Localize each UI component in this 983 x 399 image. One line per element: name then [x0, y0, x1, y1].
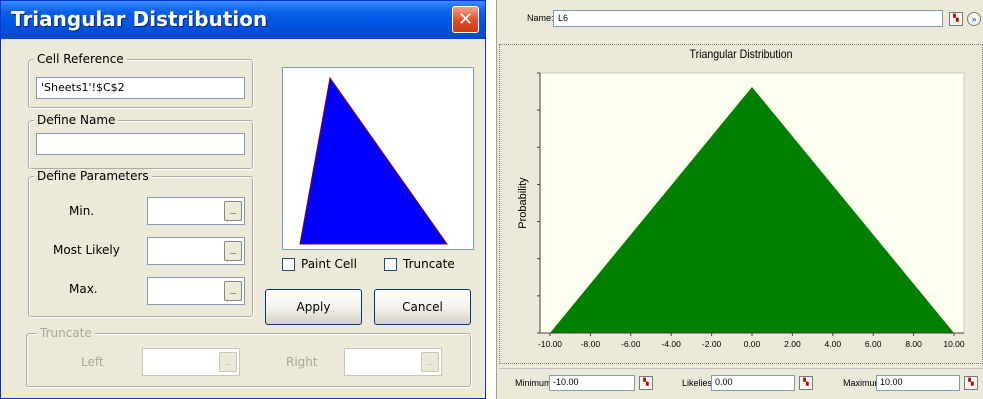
- cancel-button[interactable]: Cancel: [374, 289, 471, 325]
- likeliest-input[interactable]: 0.00: [711, 375, 795, 391]
- close-button[interactable]: ✕: [452, 6, 479, 33]
- maximum-input[interactable]: 10.00: [876, 375, 960, 391]
- x-tick-label: -8.00: [581, 339, 601, 349]
- truncate-checkbox[interactable]: Truncate: [384, 257, 455, 271]
- y-axis-label: Probability: [517, 177, 529, 229]
- distribution-preview: [282, 67, 474, 250]
- truncate-right-input[interactable]: _: [344, 348, 442, 376]
- truncate-group-label: Truncate: [37, 326, 95, 340]
- dialog-titlebar[interactable]: Triangular Distribution ✕: [1, 1, 485, 39]
- apply-button[interactable]: Apply: [265, 289, 362, 325]
- x-tick-label: 8.00: [905, 339, 922, 349]
- truncate-right-picker-button[interactable]: _: [421, 352, 439, 372]
- parameter-bar: Minimum -10.00 ▚ Likeliest 0.00 ▚ Maximu…: [499, 368, 983, 398]
- chart-svg: Probability -10.00 -8.00 -6.00 -4.00 -2.00 0.0…: [517, 72, 965, 349]
- likeliest-label: Likeliest: [682, 378, 715, 388]
- x-tick-label: 4.00: [825, 339, 842, 349]
- likeliest-cell-picker-icon[interactable]: ▚: [799, 376, 813, 390]
- max-picker-button[interactable]: _: [224, 281, 242, 301]
- truncate-left-label: Left: [81, 355, 104, 369]
- minimum-input[interactable]: -10.00: [549, 375, 635, 391]
- cell-reference-field[interactable]: 'Sheets1'!$C$2: [36, 77, 245, 99]
- x-tick-label: -4.00: [662, 339, 682, 349]
- x-tick-label: 6.00: [865, 339, 882, 349]
- x-tick-label: -6.00: [621, 339, 641, 349]
- triangular-distribution-dialog: Triangular Distribution ✕ Cell Reference…: [0, 0, 486, 399]
- truncate-right-label: Right: [286, 355, 318, 369]
- max-input[interactable]: _: [147, 277, 245, 305]
- define-parameters-label: Define Parameters: [34, 169, 152, 183]
- truncate-checkbox-label: Truncate: [403, 257, 455, 271]
- minimum-cell-picker-icon[interactable]: ▚: [639, 376, 653, 390]
- preview-triangle: [299, 76, 448, 245]
- most-likely-label: Most Likely: [53, 243, 120, 257]
- paint-cell-label: Paint Cell: [301, 257, 357, 271]
- dialog-title: Triangular Distribution: [11, 7, 268, 31]
- cell-reference-label: Cell Reference: [34, 52, 127, 66]
- paint-cell-box[interactable]: [282, 257, 295, 271]
- min-input[interactable]: _: [147, 197, 245, 225]
- min-label: Min.: [69, 204, 95, 218]
- chart-frame: Triangular Distribution Probability -10.0…: [499, 44, 983, 364]
- most-likely-picker-button[interactable]: _: [224, 241, 242, 261]
- name-cell-picker-icon[interactable]: ▚: [949, 12, 963, 26]
- truncate-left-input[interactable]: _: [142, 348, 240, 376]
- preview-triangle-svg: [299, 76, 448, 245]
- x-tick-label: 10.00: [943, 339, 965, 349]
- max-label: Max.: [69, 282, 98, 296]
- x-tick-label: 0.00: [744, 339, 761, 349]
- x-tick-label: -10.00: [538, 339, 562, 349]
- paint-cell-checkbox[interactable]: Paint Cell: [282, 257, 357, 271]
- define-name-label: Define Name: [34, 113, 119, 127]
- name-label: Name:: [527, 13, 554, 23]
- x-tick-label: -2.00: [702, 339, 722, 349]
- truncate-box[interactable]: [384, 257, 397, 271]
- most-likely-input[interactable]: _: [147, 237, 245, 265]
- minimum-label: Minimum: [515, 378, 552, 388]
- maximum-cell-picker-icon[interactable]: ▚: [964, 376, 978, 390]
- define-name-field[interactable]: [36, 133, 245, 155]
- expand-icon[interactable]: »: [967, 12, 981, 26]
- name-input[interactable]: L6: [553, 10, 943, 27]
- truncate-left-picker-button[interactable]: _: [219, 352, 237, 372]
- distribution-panel: Name: L6 ▚ » Triangular Distribution Pro…: [496, 0, 983, 399]
- min-picker-button[interactable]: _: [224, 201, 242, 221]
- x-tick-label: 2.00: [784, 339, 801, 349]
